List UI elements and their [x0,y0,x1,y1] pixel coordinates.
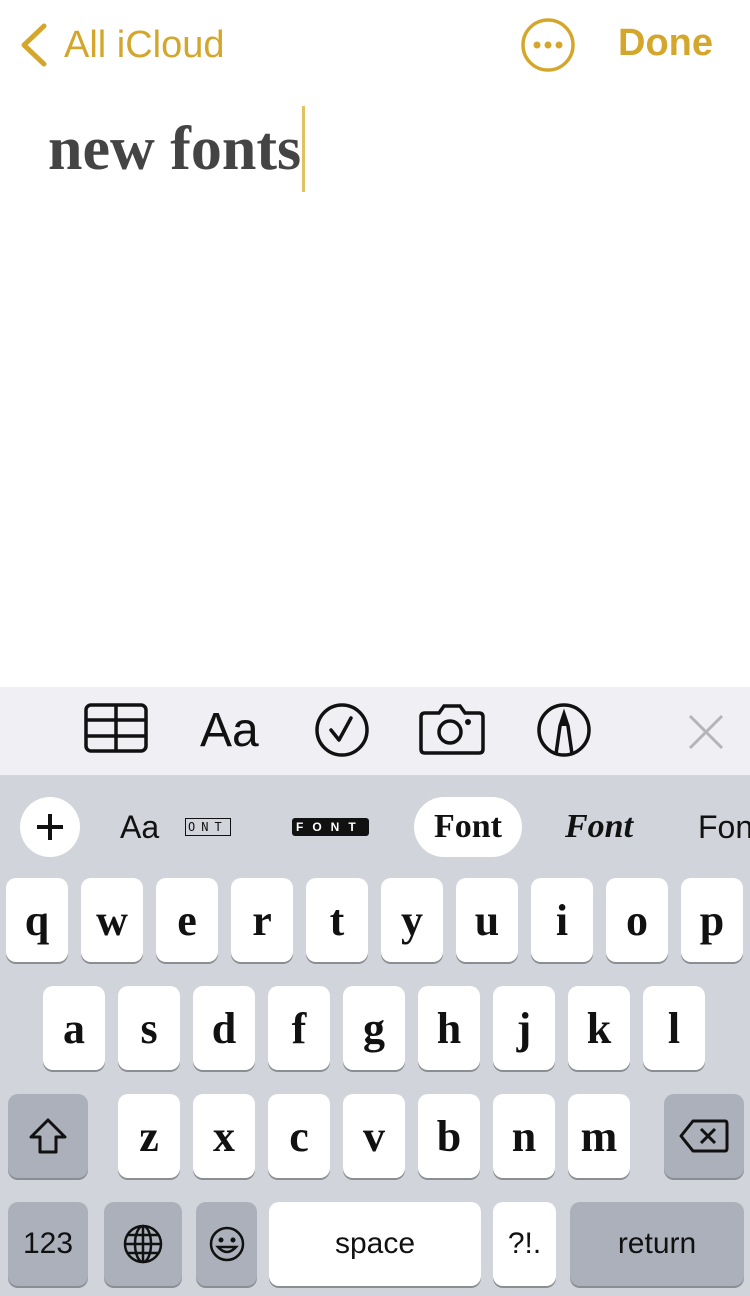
note-body[interactable]: new fonts [48,106,306,198]
notes-toolbar: Aa [0,687,750,775]
key-t[interactable]: t [306,878,368,962]
key-o[interactable]: o [606,878,668,962]
done-button[interactable]: Done [618,22,713,65]
globe-icon [123,1224,163,1264]
punctuation-key[interactable]: ?!. [493,1202,556,1286]
checklist-icon[interactable] [314,702,370,758]
key-v[interactable]: v [343,1094,405,1178]
key-z[interactable]: z [118,1094,180,1178]
font-bar: Aa ONT FONT Font Font Fon [0,775,750,875]
font-option-label: ONT [185,818,231,836]
key-u[interactable]: u [456,878,518,962]
chevron-left-icon [21,23,47,67]
close-icon[interactable] [688,714,724,750]
key-s[interactable]: s [118,986,180,1070]
key-q[interactable]: q [6,878,68,962]
keyboard: Aa ONT FONT Font Font Fon qwertyuiop asdf… [0,775,750,1296]
emoji-key[interactable] [196,1202,257,1286]
delete-icon [679,1119,729,1153]
key-e[interactable]: e [156,878,218,962]
text-format-icon[interactable]: Aa [200,703,259,758]
markup-icon[interactable] [536,702,592,758]
shift-icon [29,1118,67,1154]
font-option-label: Fon [698,808,750,845]
key-m[interactable]: m [568,1094,630,1178]
key-x[interactable]: x [193,1094,255,1178]
key-j[interactable]: j [493,986,555,1070]
font-option-label: FONT [292,818,369,836]
key-r[interactable]: r [231,878,293,962]
back-label: All iCloud [64,23,225,66]
text-cursor [302,106,306,192]
numbers-key[interactable]: 123 [8,1202,88,1286]
camera-icon[interactable] [419,703,485,755]
key-i[interactable]: i [531,878,593,962]
font-option-label: Font [565,808,634,845]
key-g[interactable]: g [343,986,405,1070]
plus-icon [37,814,63,840]
shift-key[interactable] [8,1094,88,1178]
key-y[interactable]: y [381,878,443,962]
key-l[interactable]: l [643,986,705,1070]
key-c[interactable]: c [268,1094,330,1178]
key-b[interactable]: b [418,1094,480,1178]
emoji-icon [209,1226,244,1262]
font-option-outline[interactable]: ONT [185,797,231,857]
font-option-condensed[interactable]: Fon [698,797,750,857]
font-option-label: Aa [120,808,160,845]
table-icon[interactable] [84,703,148,753]
font-option-system[interactable]: Aa [120,797,159,857]
globe-key[interactable] [104,1202,182,1286]
key-p[interactable]: p [681,878,743,962]
back-button[interactable]: All iCloud [16,22,225,68]
note-text[interactable]: new fonts [48,115,301,183]
add-font-button[interactable] [20,797,80,857]
delete-key[interactable] [664,1094,744,1178]
font-option-label: Font [434,808,502,845]
font-option-serif-bold[interactable]: Font [414,797,522,857]
return-key[interactable]: return [570,1202,744,1286]
key-f[interactable]: f [268,986,330,1070]
key-h[interactable]: h [418,986,480,1070]
key-n[interactable]: n [493,1094,555,1178]
more-icon[interactable] [520,17,576,73]
font-option-block[interactable]: FONT [292,797,369,857]
key-w[interactable]: w [81,878,143,962]
key-a[interactable]: a [43,986,105,1070]
space-key[interactable]: space [269,1202,481,1286]
key-d[interactable]: d [193,986,255,1070]
font-option-serif-italic[interactable]: Font [565,797,633,857]
key-k[interactable]: k [568,986,630,1070]
